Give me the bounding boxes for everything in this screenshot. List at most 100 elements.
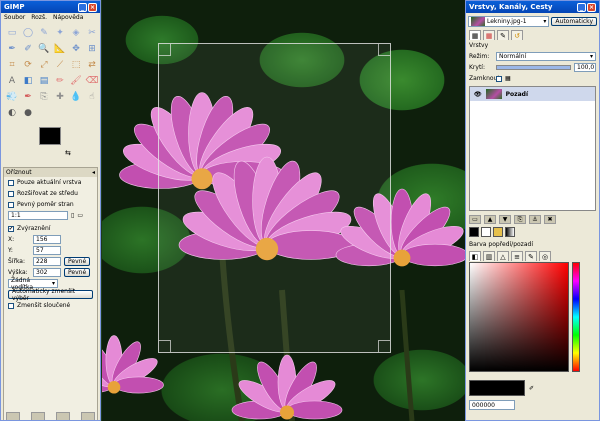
tab-undo[interactable]: ↺	[511, 30, 523, 40]
ellipse-select-icon[interactable]: ◯	[21, 26, 35, 40]
brush-icon[interactable]: 🖌	[69, 74, 83, 88]
mini-bg-swatch[interactable]	[481, 227, 491, 237]
x-field[interactable]: 156	[33, 235, 61, 244]
auto-button[interactable]: Automaticky	[551, 16, 597, 26]
saturation-value-square[interactable]	[469, 262, 569, 372]
highlight-row[interactable]: ✔ Zvýraznění	[4, 223, 97, 234]
ratio-portrait-icon[interactable]: ▯	[71, 212, 74, 219]
hue-strip[interactable]	[572, 262, 580, 372]
current-layer-only-row[interactable]: Pouze aktuální vrstva	[4, 177, 97, 188]
tab-paths[interactable]: ✎	[497, 30, 509, 40]
measure-icon[interactable]: 📐	[53, 42, 67, 56]
reset-options-icon[interactable]	[81, 412, 95, 420]
crop-handle-bottom-left[interactable]	[159, 340, 171, 352]
mode-select[interactable]: Normální ▾	[496, 52, 596, 61]
free-select-icon[interactable]: ✎	[37, 26, 51, 40]
move-icon[interactable]: ✥	[69, 42, 83, 56]
tab-channels[interactable]: ▦	[483, 30, 495, 40]
mini-fg-swatch[interactable]	[469, 227, 479, 237]
swap-colors-icon[interactable]: ⇆	[65, 149, 71, 157]
rect-select-icon[interactable]: ▭	[5, 26, 19, 40]
shrink-merged-checkbox[interactable]	[8, 302, 14, 309]
flip-icon[interactable]: ⇄	[85, 58, 99, 72]
crop-selection[interactable]	[158, 43, 391, 353]
perspective-icon[interactable]: ⬚	[69, 58, 83, 72]
restore-options-icon[interactable]	[31, 412, 45, 420]
fixed-ratio-checkbox[interactable]	[8, 201, 14, 208]
image-selector[interactable]: Lekniny.jpg-1 ▾	[468, 15, 550, 27]
paths-icon[interactable]: ✒	[5, 42, 19, 56]
dodge-icon[interactable]: ◐	[5, 106, 19, 120]
pattern-swatch[interactable]	[493, 227, 503, 237]
duplicate-layer-icon[interactable]: ⎘	[514, 215, 526, 224]
color-picker-icon[interactable]: ✐	[21, 42, 35, 56]
heal-icon[interactable]: ✚	[53, 90, 67, 104]
dock-close-button[interactable]: ×	[587, 2, 596, 12]
width-field[interactable]: 228	[33, 257, 61, 266]
highlight-checkbox[interactable]: ✔	[8, 225, 14, 232]
menu-help[interactable]: Nápověda	[53, 14, 83, 22]
current-layer-only-checkbox[interactable]	[8, 179, 14, 186]
delete-layer-icon[interactable]: ✖	[544, 215, 556, 224]
opacity-field[interactable]: 100,0	[574, 63, 596, 72]
shear-icon[interactable]: ⟋	[53, 58, 67, 72]
menu-file[interactable]: Soubor	[4, 14, 25, 22]
crop-handle-bottom-right[interactable]	[378, 340, 390, 352]
scissors-icon[interactable]: ✂	[85, 26, 99, 40]
clone-icon[interactable]: ⎘	[37, 90, 51, 104]
tab-gimp-picker[interactable]: ◧	[469, 251, 481, 261]
layer-row[interactable]: 👁 Pozadí	[470, 87, 595, 101]
fixed-height-button[interactable]: Pevné	[64, 268, 91, 277]
shrink-merged-row[interactable]: Zmenšit sloučené	[4, 300, 97, 311]
close-button[interactable]: ×	[88, 2, 97, 12]
fixed-ratio-row[interactable]: Pevný poměr stran	[4, 199, 97, 210]
rotate-icon[interactable]: ⟳	[21, 58, 35, 72]
crop-icon[interactable]: ⌗	[5, 58, 19, 72]
opacity-slider[interactable]	[496, 65, 571, 70]
burn-icon[interactable]: ●	[21, 106, 35, 120]
zoom-icon[interactable]: 🔍	[37, 42, 51, 56]
ink-icon[interactable]: ✒	[21, 90, 35, 104]
align-icon[interactable]: ⊞	[85, 42, 99, 56]
dock-titlebar[interactable]: Vrstvy, Kanály, Cesty _ ×	[466, 1, 599, 13]
text-icon[interactable]: A	[5, 74, 19, 88]
gradient-swatch[interactable]	[505, 227, 515, 237]
fixed-width-button[interactable]: Pevné	[64, 257, 91, 266]
tab-scales[interactable]: ≡	[511, 251, 523, 261]
minimize-button[interactable]: _	[78, 2, 87, 12]
lock-alpha-checkbox[interactable]	[496, 75, 502, 82]
pencil-icon[interactable]: ✏	[53, 74, 67, 88]
tab-cmyk[interactable]: ▥	[483, 251, 495, 261]
image-canvas[interactable]	[102, 0, 466, 421]
color-select-icon[interactable]: ◈	[69, 26, 83, 40]
crop-handle-top-right[interactable]	[378, 44, 390, 56]
dock-minimize-button[interactable]: _	[577, 2, 586, 12]
fuzzy-select-icon[interactable]: ✦	[53, 26, 67, 40]
expand-center-row[interactable]: Rozšiřovat ze středu	[4, 188, 97, 199]
toolbox-titlebar[interactable]: GIMP _ ×	[1, 1, 100, 13]
auto-shrink-button[interactable]: Automaticky zmenšit výběr	[8, 288, 93, 302]
tab-wheel[interactable]: ◎	[539, 251, 551, 261]
y-field[interactable]: 57	[33, 246, 61, 255]
save-options-icon[interactable]	[6, 412, 20, 420]
scale-icon[interactable]: ⤢	[37, 58, 51, 72]
ratio-field[interactable]: 1:1	[8, 211, 68, 220]
eraser-icon[interactable]: ⌫	[85, 74, 99, 88]
expand-center-checkbox[interactable]	[8, 190, 14, 197]
ratio-landscape-icon[interactable]: ▭	[77, 212, 83, 219]
blur-icon[interactable]: 💧	[69, 90, 83, 104]
lower-layer-icon[interactable]: ▼	[499, 215, 511, 224]
delete-options-icon[interactable]	[56, 412, 70, 420]
tab-layers[interactable]: ▦	[469, 30, 481, 40]
raise-layer-icon[interactable]: ▲	[484, 215, 496, 224]
hex-field[interactable]: 000000	[469, 400, 515, 410]
menu-extensions[interactable]: Rozš.	[31, 14, 47, 22]
new-layer-icon[interactable]: ▭	[469, 215, 481, 224]
foreground-color-swatch[interactable]	[39, 127, 61, 145]
blend-icon[interactable]: ▤	[37, 74, 51, 88]
smudge-icon[interactable]: ☝	[85, 90, 99, 104]
bucket-fill-icon[interactable]: ◧	[21, 74, 35, 88]
eye-icon[interactable]: 👁	[474, 91, 482, 98]
tab-triangle[interactable]: △	[497, 251, 509, 261]
crop-handle-top-left[interactable]	[159, 44, 171, 56]
